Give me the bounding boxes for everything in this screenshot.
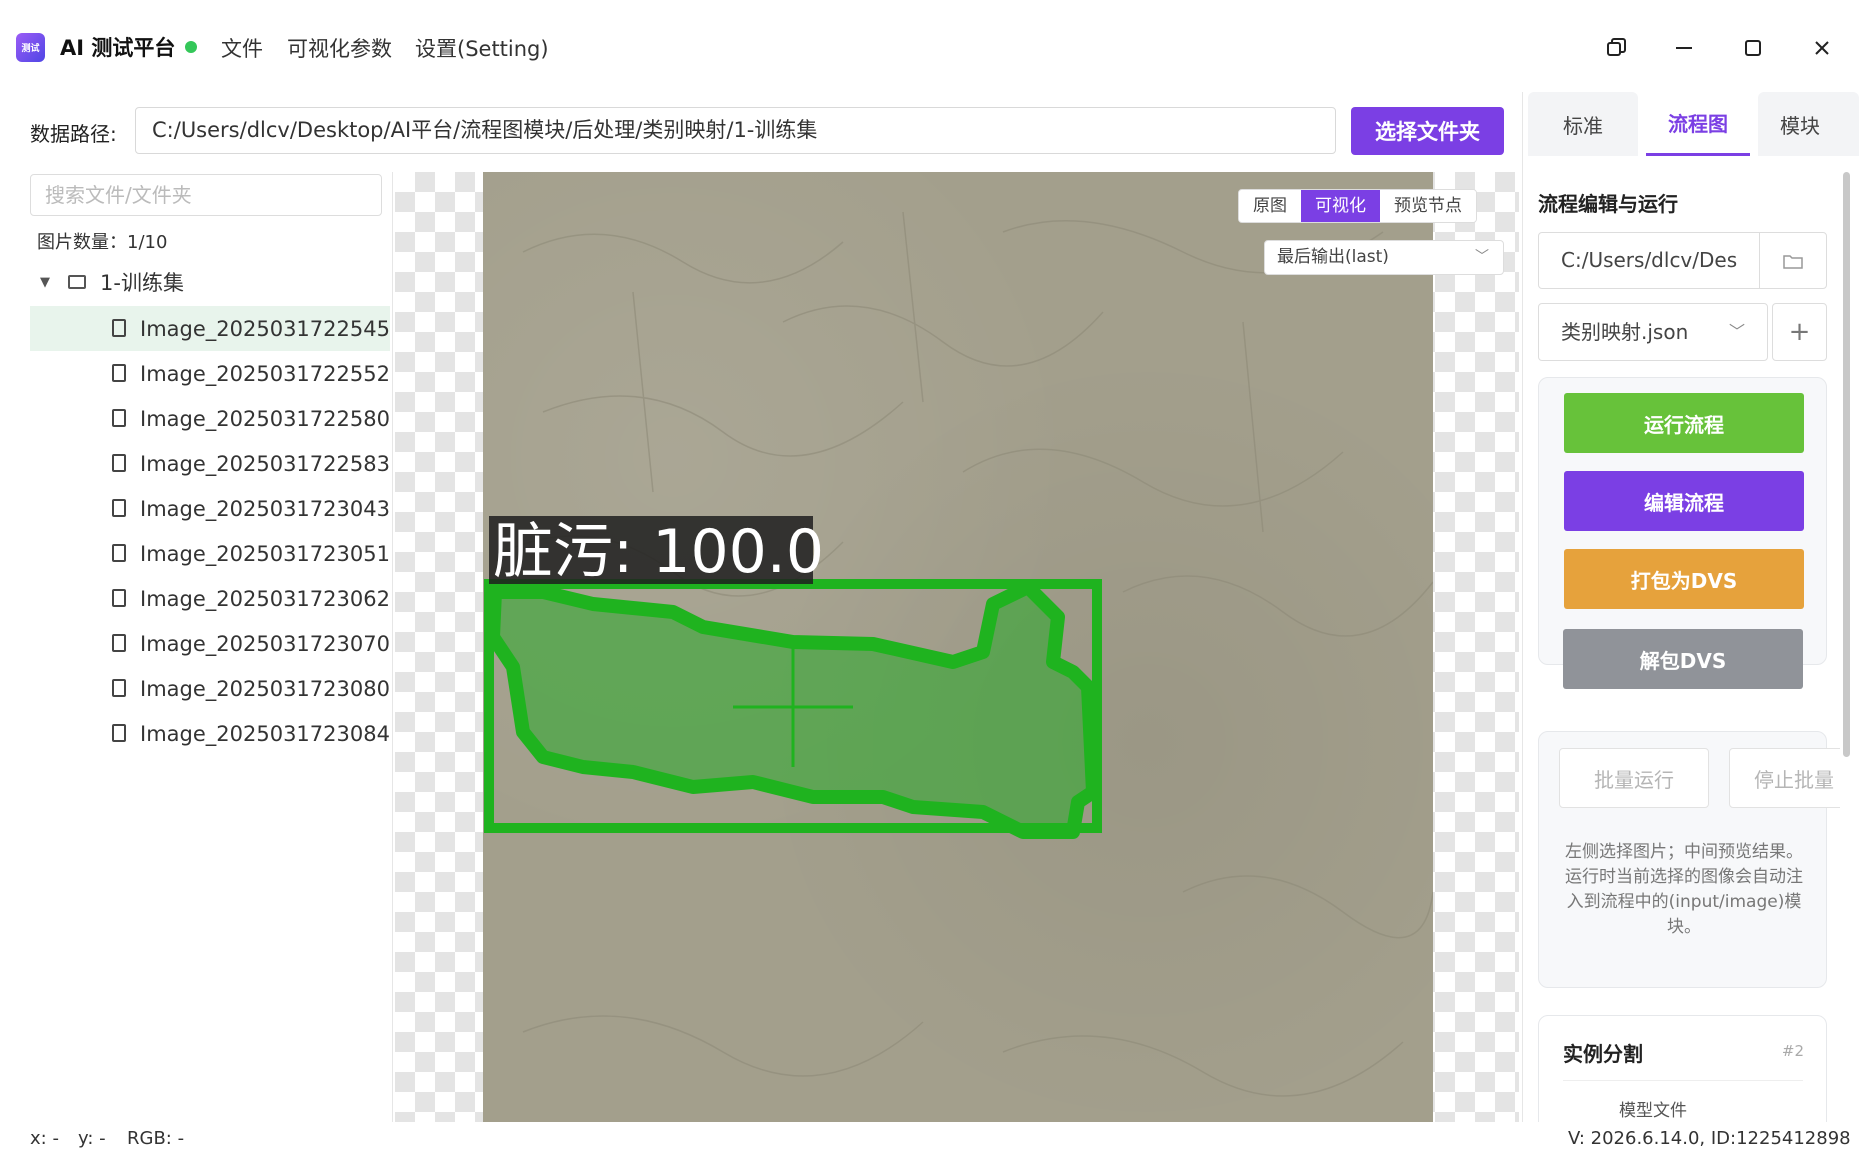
- file-item[interactable]: Image_20250317230624: [30, 576, 390, 621]
- file-item[interactable]: Image_20250317230849: [30, 711, 390, 756]
- app-logo: 测试: [16, 33, 45, 62]
- folder-label: 1-训练集: [100, 271, 184, 295]
- file-list: Image_20250317225452 Image_2025031722552…: [30, 306, 390, 756]
- caret-down-icon[interactable]: ▼: [40, 275, 50, 290]
- output-select[interactable]: 最后输出(last) ﹀: [1264, 240, 1504, 275]
- app-window: 测试 AI 测试平台 文件 可视化参数 设置(Setting) 数据路径: C:…: [0, 0, 1859, 1159]
- batch-hint: 左侧选择图片；中间预览结果。 运行时当前选择的图像会自动注入到流程中的(inpu…: [1559, 840, 1809, 940]
- batch-run-button[interactable]: 批量运行: [1559, 748, 1709, 808]
- file-icon: [112, 634, 126, 652]
- detection-label: 脏污: 100.0: [493, 517, 824, 587]
- chevron-down-icon: ﹀: [1728, 322, 1745, 341]
- hint-line: 左侧选择图片；中间预览结果。: [1565, 842, 1803, 862]
- file-icon: [112, 589, 126, 607]
- version-info: V: 2026.6.14.0, ID:1225412898: [1568, 1128, 1851, 1149]
- file-item[interactable]: Image_20250317225804: [30, 396, 390, 441]
- flow-section-title: 流程编辑与运行: [1538, 192, 1678, 216]
- image-canvas[interactable]: 脏污: 100.0: [395, 172, 1519, 1122]
- file-item[interactable]: Image_20250317225525: [30, 351, 390, 396]
- tree-folder-node[interactable]: ▼ 1-训练集: [40, 267, 184, 297]
- file-icon: [112, 319, 126, 337]
- instance-seg-number: #2: [1781, 1042, 1804, 1060]
- right-panel: 流程编辑与运行 C:/Users/dlcv/Des 类别映射.json ﹀ + …: [1524, 158, 1840, 1122]
- file-item[interactable]: Image_20250317230438: [30, 486, 390, 531]
- file-item[interactable]: Image_20250317230510: [30, 531, 390, 576]
- status-dot: [185, 41, 197, 53]
- chevron-down-icon: ﹀: [1475, 249, 1489, 265]
- file-item[interactable]: Image_20250317230704: [30, 621, 390, 666]
- unpack-dvs-button[interactable]: 解包DVS: [1563, 629, 1803, 689]
- file-icon: [112, 454, 126, 472]
- file-item[interactable]: Image_20250317230807: [30, 666, 390, 711]
- menu-settings[interactable]: 设置(Setting): [415, 33, 549, 63]
- flow-json-value: 类别映射.json: [1561, 320, 1689, 344]
- data-path-input[interactable]: C:/Users/dlcv/Desktop/AI平台/流程图模块/后处理/类别映…: [135, 107, 1336, 154]
- folder-icon: [68, 275, 86, 289]
- mode-original[interactable]: 原图: [1239, 190, 1301, 222]
- mode-preview-node[interactable]: 预览节点: [1380, 190, 1476, 222]
- tab-modules[interactable]: 模块: [1758, 92, 1859, 156]
- flow-json-select[interactable]: 类别映射.json ﹀: [1538, 303, 1768, 361]
- status-bar: x: - y: - RGB: - V: 2026.6.14.0, ID:1225…: [0, 1122, 1859, 1159]
- file-icon: [112, 409, 126, 427]
- close-icon[interactable]: [1804, 30, 1840, 66]
- maximize-icon[interactable]: [1735, 30, 1771, 66]
- cursor-x: x: -: [30, 1128, 59, 1149]
- tab-flowchart[interactable]: 流程图: [1646, 92, 1750, 156]
- mode-visualize[interactable]: 可视化: [1301, 190, 1380, 222]
- pack-dvs-button[interactable]: 打包为DVS: [1564, 549, 1804, 609]
- file-item[interactable]: Image_20250317225452: [30, 306, 390, 351]
- file-icon: [112, 724, 126, 742]
- divider: [1563, 1080, 1803, 1081]
- hint-line: 运行时当前选择的图像会自动注入到流程中的(input/image)模块。: [1565, 867, 1803, 937]
- flow-actions-card: 运行流程 编辑流程 打包为DVS: [1538, 377, 1827, 665]
- image-count: 图片数量：1/10: [37, 232, 168, 253]
- cursor-y: y: -: [78, 1128, 106, 1149]
- preview-image: 脏污: 100.0: [483, 172, 1433, 1122]
- tab-standard[interactable]: 标准: [1528, 92, 1638, 156]
- data-path-label: 数据路径:: [30, 122, 117, 146]
- cursor-rgb: RGB: -: [127, 1128, 185, 1149]
- stop-batch-button[interactable]: 停止批量: [1729, 748, 1840, 808]
- right-panel-scrollbar[interactable]: [1843, 172, 1850, 757]
- select-folder-button[interactable]: 选择文件夹: [1351, 107, 1504, 155]
- flow-path-value: C:/Users/dlcv/Des: [1561, 248, 1738, 272]
- right-divider: [1522, 92, 1523, 1122]
- file-icon: [112, 364, 126, 382]
- file-item[interactable]: Image_20250317225837: [30, 441, 390, 486]
- view-mode-toggle: 原图 可视化 预览节点: [1238, 189, 1477, 223]
- folder-open-icon[interactable]: [1759, 233, 1826, 288]
- file-search-input[interactable]: 搜索文件/文件夹: [30, 174, 382, 216]
- instance-seg-card: 实例分割 #2 模型文件: [1538, 1015, 1827, 1122]
- minimize-icon[interactable]: [1666, 30, 1702, 66]
- menu-visualization-params[interactable]: 可视化参数: [287, 33, 392, 63]
- detection-overlay: 脏污: 100.0: [484, 211, 1433, 1097]
- output-select-value: 最后输出(last): [1277, 247, 1389, 267]
- menu-file[interactable]: 文件: [221, 33, 263, 63]
- left-divider: [392, 172, 393, 1122]
- restore-window-icon[interactable]: [1598, 30, 1634, 66]
- file-icon: [112, 499, 126, 517]
- right-tabs: 标准 流程图 模块: [1524, 92, 1859, 158]
- add-flow-button[interactable]: +: [1772, 303, 1827, 361]
- app-title: AI 测试平台: [60, 36, 176, 60]
- flow-path-input[interactable]: C:/Users/dlcv/Des: [1538, 232, 1827, 289]
- title-bar: 测试 AI 测试平台 文件 可视化参数 设置(Setting): [0, 0, 1859, 92]
- edit-flow-button[interactable]: 编辑流程: [1564, 471, 1804, 531]
- file-icon: [112, 544, 126, 562]
- instance-seg-title: 实例分割: [1563, 1042, 1643, 1066]
- model-file-label: 模型文件: [1619, 1101, 1687, 1121]
- file-icon: [112, 679, 126, 697]
- run-flow-button[interactable]: 运行流程: [1564, 393, 1804, 453]
- batch-card: 批量运行 停止批量 左侧选择图片；中间预览结果。 运行时当前选择的图像会自动注入…: [1538, 731, 1840, 988]
